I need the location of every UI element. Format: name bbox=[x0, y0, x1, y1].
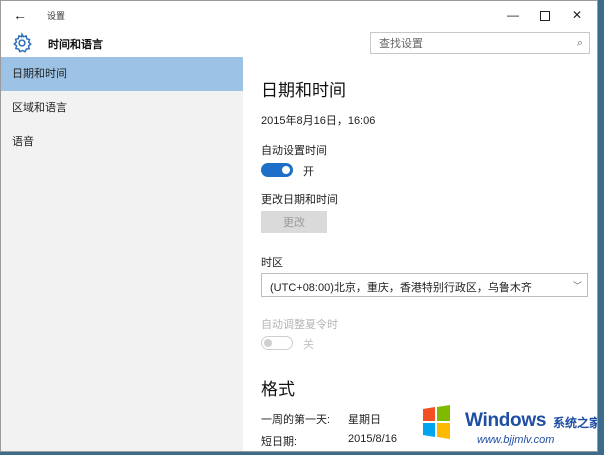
toggle-knob bbox=[282, 166, 290, 174]
sidebar-item-date-time[interactable]: 日期和时间 bbox=[1, 57, 243, 91]
sidebar-item-label: 语音 bbox=[12, 136, 34, 148]
section-title: 时间和语言 bbox=[48, 39, 103, 51]
timezone-select[interactable]: (UTC+08:00)北京，重庆，香港特别行政区，乌鲁木齐 ﹀ bbox=[261, 273, 588, 297]
change-datetime-label: 更改日期和时间 bbox=[261, 194, 338, 206]
page-header: 时间和语言 ⌕ bbox=[1, 29, 597, 57]
search-input[interactable] bbox=[377, 34, 561, 54]
watermark-cn: 系统之家 bbox=[553, 416, 598, 430]
minimize-icon: — bbox=[507, 8, 519, 22]
formats-title: 格式 bbox=[261, 380, 295, 399]
main-content: 日期和时间 2015年8月16日，16:06 自动设置时间 开 更改日期和时间 … bbox=[243, 57, 597, 451]
maximize-button[interactable] bbox=[529, 4, 561, 26]
close-icon: ✕ bbox=[571, 8, 583, 22]
format-short-date-value: 2015/8/16 bbox=[348, 433, 397, 445]
format-first-day-value: 星期日 bbox=[348, 414, 381, 426]
gear-icon bbox=[13, 32, 32, 53]
windows-logo-icon bbox=[423, 405, 450, 439]
toggle-knob bbox=[264, 339, 272, 347]
close-button[interactable]: ✕ bbox=[561, 4, 593, 26]
settings-window: ← 设置 — ✕ 时间和语言 ⌕ 日期和时间 区域和语言 bbox=[0, 0, 598, 452]
chevron-down-icon: ﹀ bbox=[572, 281, 582, 291]
minimize-button[interactable]: — bbox=[497, 4, 529, 26]
auto-time-state: 开 bbox=[303, 166, 314, 178]
watermark-brand: Windows bbox=[465, 410, 547, 431]
change-button[interactable]: 更改 bbox=[261, 211, 327, 233]
page-title: 日期和时间 bbox=[261, 81, 346, 100]
format-first-day-label: 一周的第一天: bbox=[261, 414, 331, 426]
back-arrow-icon: ← bbox=[13, 7, 27, 23]
sidebar-item-region-language[interactable]: 区域和语言 bbox=[1, 91, 243, 125]
maximize-icon bbox=[540, 10, 550, 21]
sidebar-item-speech[interactable]: 语音 bbox=[1, 125, 243, 159]
search-box[interactable]: ⌕ bbox=[370, 32, 590, 54]
site-watermark: Windows 系统之家 www.bjjmlv.com bbox=[415, 401, 598, 451]
current-datetime: 2015年8月16日，16:06 bbox=[261, 115, 376, 127]
auto-time-toggle[interactable] bbox=[261, 163, 293, 177]
watermark-url: www.bjjmlv.com bbox=[477, 434, 555, 446]
timezone-value: (UTC+08:00)北京，重庆，香港特别行政区，乌鲁木齐 bbox=[270, 282, 532, 294]
sidebar-item-label: 区域和语言 bbox=[12, 102, 67, 114]
format-short-date-label: 短日期: bbox=[261, 436, 298, 448]
back-button[interactable]: ← bbox=[9, 5, 31, 25]
window-title: 设置 bbox=[47, 11, 66, 21]
dst-label: 自动调整夏令时 bbox=[261, 319, 338, 331]
auto-time-label: 自动设置时间 bbox=[261, 145, 327, 157]
title-bar: ← 设置 — ✕ bbox=[1, 1, 597, 29]
sidebar: 日期和时间 区域和语言 语音 bbox=[1, 57, 243, 451]
timezone-label: 时区 bbox=[261, 257, 283, 269]
dst-toggle[interactable] bbox=[261, 336, 293, 350]
dst-state: 关 bbox=[303, 339, 314, 351]
sidebar-item-label: 日期和时间 bbox=[12, 68, 67, 80]
search-icon[interactable]: ⌕ bbox=[577, 37, 583, 50]
